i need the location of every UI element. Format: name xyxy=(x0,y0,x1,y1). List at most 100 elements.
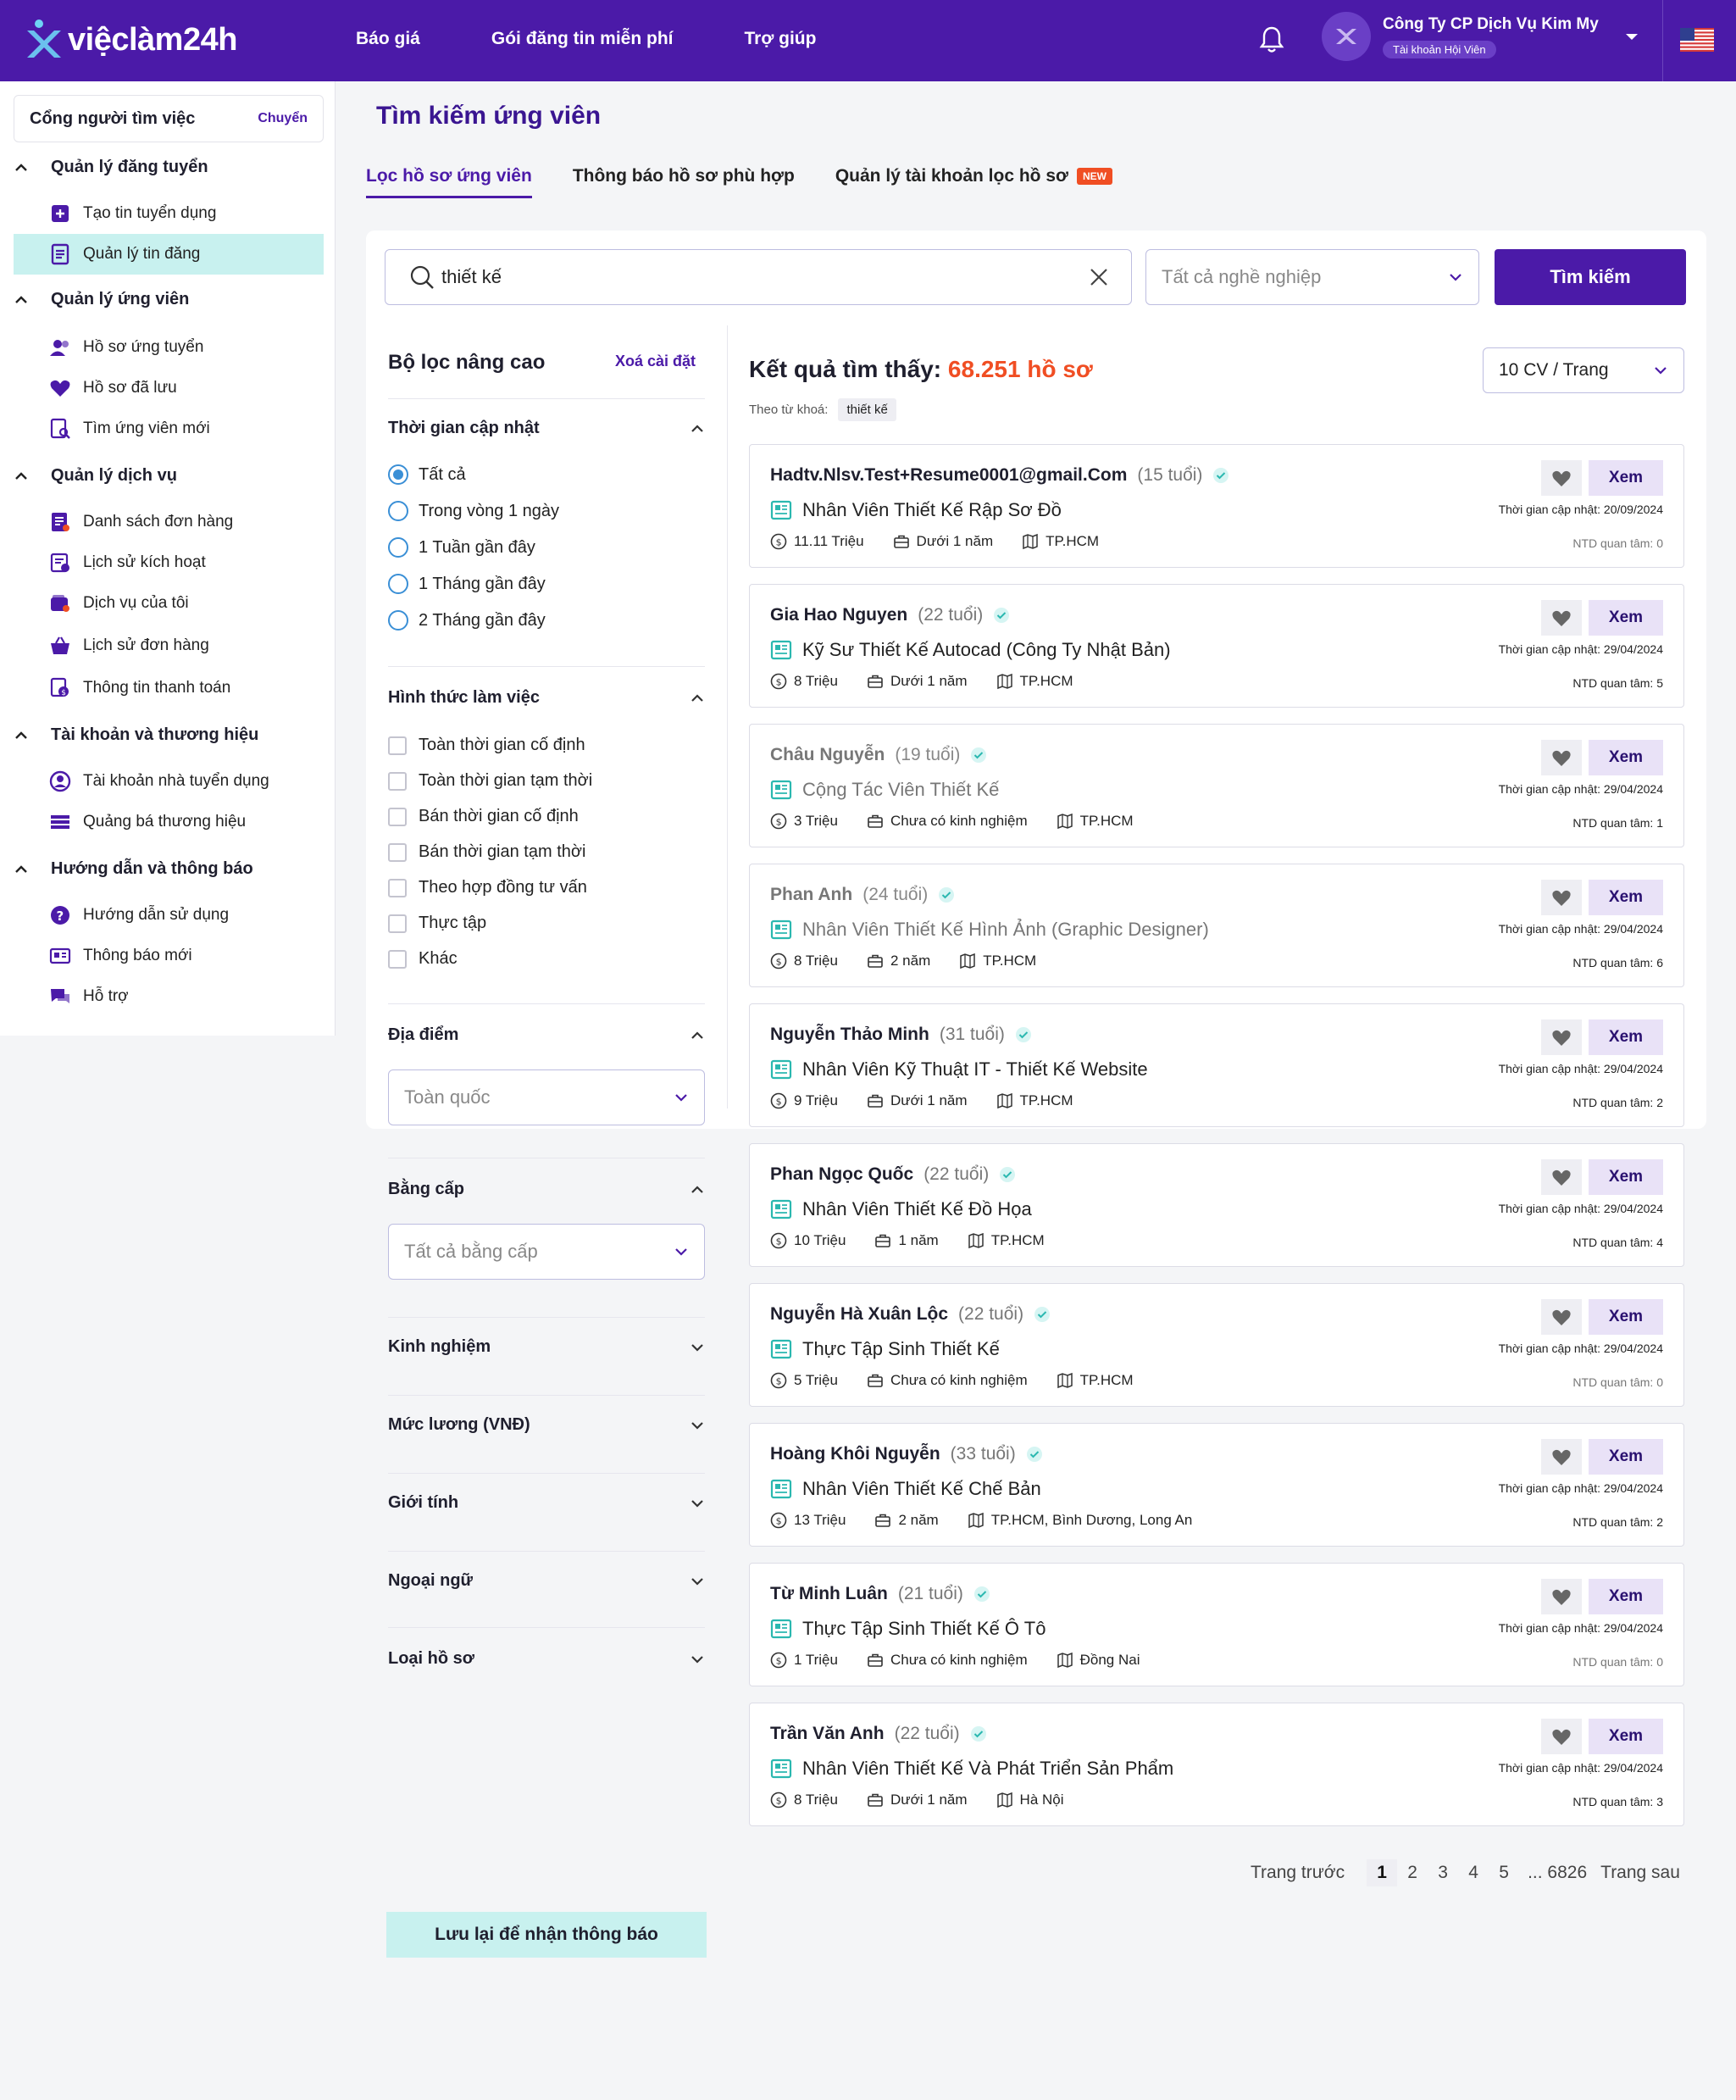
clear-icon[interactable] xyxy=(1089,267,1109,287)
candidate-name[interactable]: Châu Nguyễn xyxy=(770,745,885,765)
sidebar-item-support[interactable]: Hỗ trợ xyxy=(14,976,324,1017)
candidate-name[interactable]: Hadtv.Nlsv.Test+Resume0001@gmail.Com xyxy=(770,465,1127,486)
next-page-button[interactable]: Trang sau xyxy=(1600,1863,1680,1883)
view-candidate-button[interactable]: Xem xyxy=(1589,600,1663,636)
radio-time-1-day[interactable]: Trong vòng 1 ngày xyxy=(388,501,559,521)
sidebar-item-my-services[interactable]: Dịch vụ của tôi xyxy=(14,583,324,624)
candidate-card[interactable]: Phan Ngọc Quốc (22 tuổi) Nhân Viên Thiết… xyxy=(749,1143,1684,1267)
view-candidate-button[interactable]: Xem xyxy=(1589,1579,1663,1614)
view-candidate-button[interactable]: Xem xyxy=(1589,1159,1663,1195)
filter-location-header[interactable]: Địa điểm xyxy=(388,1025,705,1045)
page-4-button[interactable]: 4 xyxy=(1458,1863,1489,1883)
candidate-name[interactable]: Phan Ngọc Quốc xyxy=(770,1164,913,1185)
candidate-card[interactable]: Từ Minh Luân (21 tuổi) Thực Tập Sinh Thi… xyxy=(749,1563,1684,1686)
checkbox-internship[interactable]: Thực tập xyxy=(388,914,486,933)
candidate-card[interactable]: Nguyễn Hà Xuân Lộc (22 tuổi) Thực Tập Si… xyxy=(749,1283,1684,1407)
checkbox-full-time-fixed[interactable]: Toàn thời gian cố định xyxy=(388,736,585,755)
nav-free-post[interactable]: Gói đăng tin miễn phí xyxy=(491,29,674,49)
radio[interactable] xyxy=(388,574,408,594)
sidebar-item-recruiter-account[interactable]: Tài khoản nhà tuyển dụng xyxy=(14,761,324,802)
sidebar-item-brand-promotion[interactable]: Quảng bá thương hiệu xyxy=(14,802,324,842)
checkbox-part-time-temp[interactable]: Bán thời gian tạm thời xyxy=(388,842,585,862)
nav-help[interactable]: Trợ giúp xyxy=(745,29,817,49)
radio-time-1-month[interactable]: 1 Tháng gần đây xyxy=(388,574,546,594)
checkbox[interactable] xyxy=(388,807,407,826)
candidate-card[interactable]: Phan Anh (24 tuổi) Nhân Viên Thiết Kế Hì… xyxy=(749,864,1684,987)
save-candidate-button[interactable] xyxy=(1541,460,1582,496)
save-candidate-button[interactable] xyxy=(1541,1159,1582,1195)
radio-time-1-week[interactable]: 1 Tuần gần đây xyxy=(388,537,535,558)
checkbox[interactable] xyxy=(388,949,407,969)
candidate-name[interactable]: Gia Hao Nguyen xyxy=(770,605,907,625)
sidebar-item-order-history[interactable]: Lịch sử đơn hàng xyxy=(14,625,324,666)
prev-page-button[interactable]: Trang trước xyxy=(1251,1863,1345,1883)
view-candidate-button[interactable]: Xem xyxy=(1589,1019,1663,1055)
checkbox-part-time-fixed[interactable]: Bán thời gian cố định xyxy=(388,807,579,826)
save-candidate-button[interactable] xyxy=(1541,880,1582,915)
sidebar-item-create-post[interactable]: Tạo tin tuyển dụng xyxy=(14,193,324,234)
sidebar-item-saved-profiles[interactable]: Hồ sơ đã lưu xyxy=(14,368,324,408)
save-for-notifications-button[interactable]: Lưu lại để nhận thông báo xyxy=(386,1912,707,1958)
candidate-card[interactable]: Trần Văn Anh (22 tuổi) Nhân Viên Thiết K… xyxy=(749,1703,1684,1826)
save-candidate-button[interactable] xyxy=(1541,1719,1582,1754)
filter-language-header[interactable]: Ngoại ngữ xyxy=(388,1571,705,1591)
view-candidate-button[interactable]: Xem xyxy=(1589,1439,1663,1475)
checkbox[interactable] xyxy=(388,842,407,862)
logo[interactable]: việclàm24h xyxy=(24,19,237,61)
tab-matching-notifications[interactable]: Thông báo hồ sơ phù hợp xyxy=(573,166,795,198)
candidate-name[interactable]: Nguyễn Thảo Minh xyxy=(770,1025,929,1045)
candidate-name[interactable]: Phan Anh xyxy=(770,885,852,905)
keyword-tag[interactable]: thiết kế xyxy=(838,398,896,421)
account-menu[interactable]: Công Ty CP Dịch Vụ Kim My Tài khoản Hội … xyxy=(1322,12,1639,61)
sidebar-item-manage-posts[interactable]: Quản lý tin đăng xyxy=(14,234,324,275)
sidebar-item-order-list[interactable]: Danh sách đơn hàng xyxy=(14,502,324,542)
sidebar-section-candidates[interactable]: Quản lý ứng viên xyxy=(14,290,189,309)
candidate-card[interactable]: Hoàng Khôi Nguyễn (33 tuổi) Nhân Viên Th… xyxy=(749,1423,1684,1547)
checkbox[interactable] xyxy=(388,914,407,933)
filter-work-type-header[interactable]: Hình thức làm việc xyxy=(388,688,705,708)
sidebar-item-find-candidates[interactable]: Tìm ứng viên mới xyxy=(14,408,324,449)
career-select[interactable]: Tất cả nghề nghiệp xyxy=(1145,249,1479,305)
filter-salary-header[interactable]: Mức lương (VNĐ) xyxy=(388,1415,705,1435)
location-select[interactable]: Toàn quốc xyxy=(388,1069,705,1125)
page-2-button[interactable]: 2 xyxy=(1397,1863,1428,1883)
candidate-card[interactable]: Gia Hao Nguyen (22 tuổi) Kỹ Sư Thiết Kế … xyxy=(749,584,1684,708)
sidebar-item-user-guide[interactable]: ? Hướng dẫn sử dụng xyxy=(14,895,324,936)
save-candidate-button[interactable] xyxy=(1541,740,1582,775)
sidebar-item-activation-history[interactable]: Lịch sử kích hoạt xyxy=(14,542,324,583)
save-candidate-button[interactable] xyxy=(1541,600,1582,636)
portal-switch-link[interactable]: Chuyển xyxy=(258,111,308,126)
page-1-button[interactable]: 1 xyxy=(1367,1859,1398,1886)
view-candidate-button[interactable]: Xem xyxy=(1589,880,1663,915)
candidate-card[interactable]: Nguyễn Thảo Minh (31 tuổi) Nhân Viên Kỹ … xyxy=(749,1003,1684,1127)
checkbox-full-time-temp[interactable]: Toàn thời gian tạm thời xyxy=(388,771,592,791)
sidebar-item-notifications[interactable]: Thông báo mới xyxy=(14,936,324,976)
nav-pricing[interactable]: Báo giá xyxy=(356,29,420,49)
chevron-down-icon[interactable] xyxy=(1624,29,1639,44)
reset-filters-link[interactable]: Xoá cài đặt xyxy=(615,353,696,370)
tab-filter-accounts[interactable]: Quản lý tài khoản lọc hồ sơ NEW xyxy=(835,166,1112,198)
filter-profile-type-header[interactable]: Loại hồ sơ xyxy=(388,1649,705,1669)
radio[interactable] xyxy=(388,537,408,558)
checkbox[interactable] xyxy=(388,878,407,897)
search-button[interactable]: Tìm kiếm xyxy=(1495,249,1686,305)
candidate-name[interactable]: Hoàng Khôi Nguyễn xyxy=(770,1444,940,1464)
radio-time-2-months[interactable]: 2 Tháng gần đây xyxy=(388,610,546,631)
filter-experience-header[interactable]: Kinh nghiệm xyxy=(388,1337,705,1357)
job-seeker-portal-switch[interactable]: Cổng người tìm việc Chuyển xyxy=(14,95,324,142)
sidebar-item-applications[interactable]: Hồ sơ ứng tuyển xyxy=(14,327,324,368)
candidate-name[interactable]: Từ Minh Luân xyxy=(770,1584,888,1604)
radio-selected[interactable] xyxy=(388,464,408,485)
checkbox-other[interactable]: Khác xyxy=(388,949,458,969)
last-page-button[interactable]: ... 6826 xyxy=(1528,1863,1587,1883)
view-candidate-button[interactable]: Xem xyxy=(1589,460,1663,496)
candidate-name[interactable]: Nguyễn Hà Xuân Lộc xyxy=(770,1304,948,1325)
save-candidate-button[interactable] xyxy=(1541,1579,1582,1614)
candidate-name[interactable]: Trần Văn Anh xyxy=(770,1724,885,1744)
page-5-button[interactable]: 5 xyxy=(1489,1863,1519,1883)
tab-filter-profiles[interactable]: Lọc hồ sơ ứng viên xyxy=(366,166,532,198)
radio-time-all[interactable]: Tất cả xyxy=(388,464,466,485)
search-input[interactable]: thiết kế xyxy=(385,249,1132,305)
radio[interactable] xyxy=(388,501,408,521)
save-candidate-button[interactable] xyxy=(1541,1299,1582,1335)
